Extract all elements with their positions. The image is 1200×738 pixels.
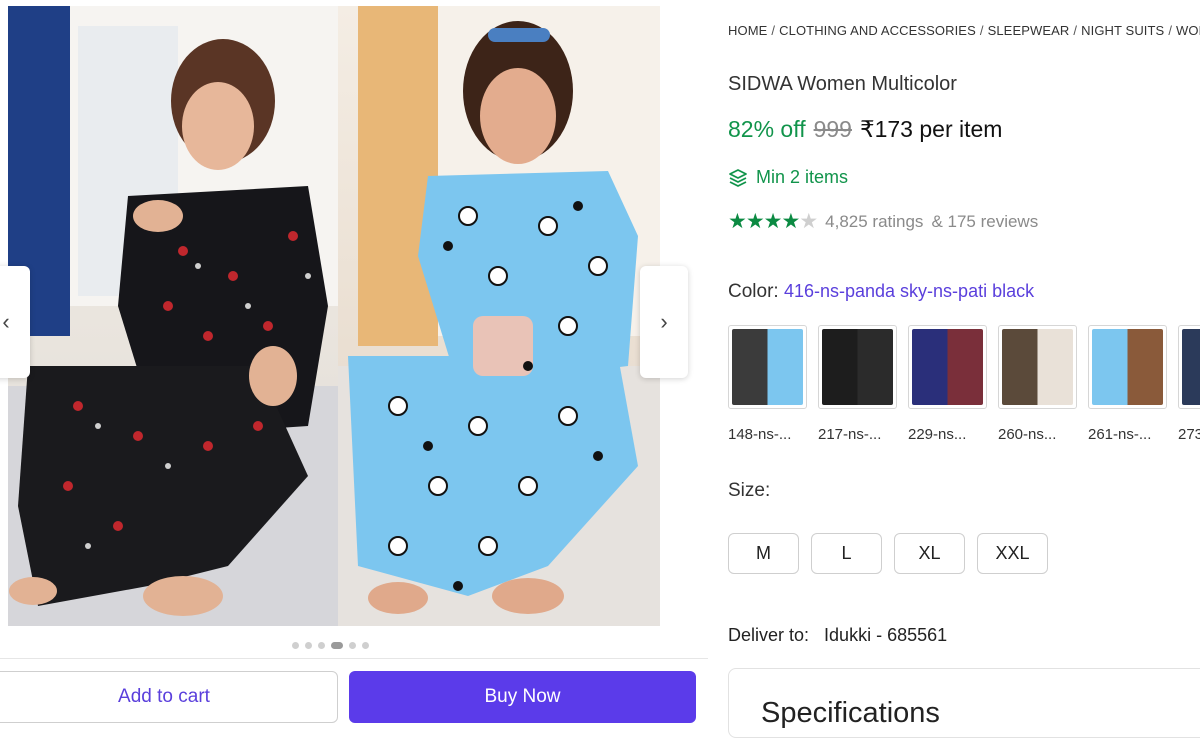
original-price: 999 <box>813 116 852 142</box>
swatch-image <box>1182 329 1200 405</box>
product-title: SIDWA Women Multicolor <box>728 73 957 95</box>
color-swatch-list: 148-ns-... 217-ns-... 229-ns... 260-ns... 26… <box>728 325 1200 443</box>
carousel-dot-active[interactable] <box>331 642 343 649</box>
product-image-black-nightsuit[interactable] <box>8 6 338 626</box>
layers-icon <box>729 168 747 187</box>
size-option-m[interactable]: M <box>728 533 799 574</box>
color-swatch-label: 217-ns-... <box>818 426 882 443</box>
size-option-xl[interactable]: XL <box>894 533 965 574</box>
swatch-image <box>912 329 983 405</box>
star-icon: ★ <box>745 210 765 233</box>
color-swatch-thumbnail[interactable] <box>1178 325 1200 409</box>
carousel-prev-button[interactable]: ‹ <box>0 266 30 378</box>
breadcrumb-sleepwear[interactable]: SLEEPWEAR <box>988 23 1070 38</box>
color-swatch-label: 229-ns... <box>908 426 967 443</box>
color-swatch[interactable]: 217-ns-... <box>818 325 897 443</box>
star-icon: ★ <box>781 210 800 233</box>
color-swatch-thumbnail[interactable] <box>818 325 897 409</box>
breadcrumb-clothing[interactable]: CLOTHING AND ACCESSORIES <box>779 23 976 38</box>
selected-color-value: 416-ns-panda sky-ns-pati black <box>783 281 1035 301</box>
star-empty-icon: ★ <box>799 210 818 233</box>
breadcrumb-separator: / <box>1073 23 1078 38</box>
breadcrumb-home[interactable]: HOME <box>728 23 767 38</box>
deliver-pincode[interactable]: Idukki - 685561 <box>824 625 947 645</box>
breadcrumb-separator: / <box>979 23 984 38</box>
panda-nightsuit-illustration <box>338 6 660 626</box>
deliver-label: Deliver to: <box>728 625 810 645</box>
star-rating: ★★★★★ <box>728 209 818 234</box>
breadcrumb: HOME / CLOTHING AND ACCESSORIES / SLEEPWEAR /… <box>728 23 1200 38</box>
color-swatch[interactable]: 260-ns... <box>998 325 1077 443</box>
size-label: Size: <box>728 480 771 501</box>
specifications-card[interactable]: Specifications <box>728 668 1200 738</box>
product-image-panda-nightsuit[interactable] <box>338 6 660 626</box>
black-nightsuit-illustration <box>8 6 338 626</box>
chevron-right-icon: › <box>660 309 668 334</box>
swatch-image <box>1092 329 1163 405</box>
color-swatch-thumbnail[interactable] <box>908 325 987 409</box>
purchase-action-bar: Add to cart Buy Now <box>0 658 708 726</box>
product-info: HOME / CLOTHING AND ACCESSORIES / SLEEPWEAR /… <box>728 0 1200 738</box>
product-gallery: ‹ › Add to cart Buy Now <box>0 0 708 726</box>
price-row: 82% off 999 ₹173 per item <box>728 116 1002 143</box>
carousel-dots <box>292 642 369 649</box>
swatch-image <box>1002 329 1073 405</box>
carousel-next-button[interactable]: › <box>640 266 688 378</box>
minimum-order-text: Min 2 items <box>756 167 849 187</box>
color-swatch[interactable]: 273 <box>1178 325 1200 443</box>
carousel-dot[interactable] <box>318 642 325 649</box>
color-selector-label: Color: 416-ns-panda sky-ns-pati black <box>728 281 1034 303</box>
discount-percent: 82% off <box>728 116 806 142</box>
color-swatch-label: 261-ns-... <box>1088 426 1152 443</box>
size-options: M L XL XXL <box>728 533 1048 574</box>
buy-now-button[interactable]: Buy Now <box>349 671 696 723</box>
size-option-l[interactable]: L <box>811 533 882 574</box>
swatch-image <box>822 329 893 405</box>
star-icon: ★ <box>763 210 783 233</box>
star-icon: ★ <box>728 210 747 233</box>
breadcrumb-separator: / <box>1168 23 1173 38</box>
color-swatch-label: 148-ns-... <box>728 426 792 443</box>
carousel-dot[interactable] <box>305 642 312 649</box>
color-swatch-label: 273 <box>1178 426 1200 443</box>
carousel-dot[interactable] <box>292 642 299 649</box>
color-swatch-thumbnail[interactable] <box>998 325 1077 409</box>
color-swatch[interactable]: 261-ns-... <box>1088 325 1167 443</box>
breadcrumb-separator: / <box>771 23 776 38</box>
breadcrumb-women[interactable]: WOME <box>1176 23 1200 38</box>
color-swatch-label: 260-ns... <box>998 426 1057 443</box>
color-swatch[interactable]: 148-ns-... <box>728 325 807 443</box>
specifications-title: Specifications <box>761 697 940 729</box>
chevron-left-icon: ‹ <box>2 309 10 334</box>
add-to-cart-button[interactable]: Add to cart <box>0 671 338 723</box>
color-swatch-thumbnail[interactable] <box>1088 325 1167 409</box>
carousel-dot[interactable] <box>362 642 369 649</box>
color-swatch-thumbnail[interactable] <box>728 325 807 409</box>
selling-price: ₹173 per item <box>859 116 1003 142</box>
color-label: Color: <box>728 281 779 302</box>
color-swatch[interactable]: 229-ns... <box>908 325 987 443</box>
ratings-count[interactable]: 4,825 ratings <box>825 212 923 232</box>
size-option-xxl[interactable]: XXL <box>977 533 1048 574</box>
reviews-count[interactable]: & 175 reviews <box>931 212 1038 232</box>
breadcrumb-night-suits[interactable]: NIGHT SUITS <box>1081 23 1164 38</box>
swatch-image <box>732 329 803 405</box>
rating-row: ★★★★★ 4,825 ratings & 175 reviews <box>728 209 1038 234</box>
carousel-dot[interactable] <box>349 642 356 649</box>
minimum-order: Min 2 items <box>728 167 848 188</box>
delivery-location: Deliver to: Idukki - 685561 <box>728 625 947 646</box>
